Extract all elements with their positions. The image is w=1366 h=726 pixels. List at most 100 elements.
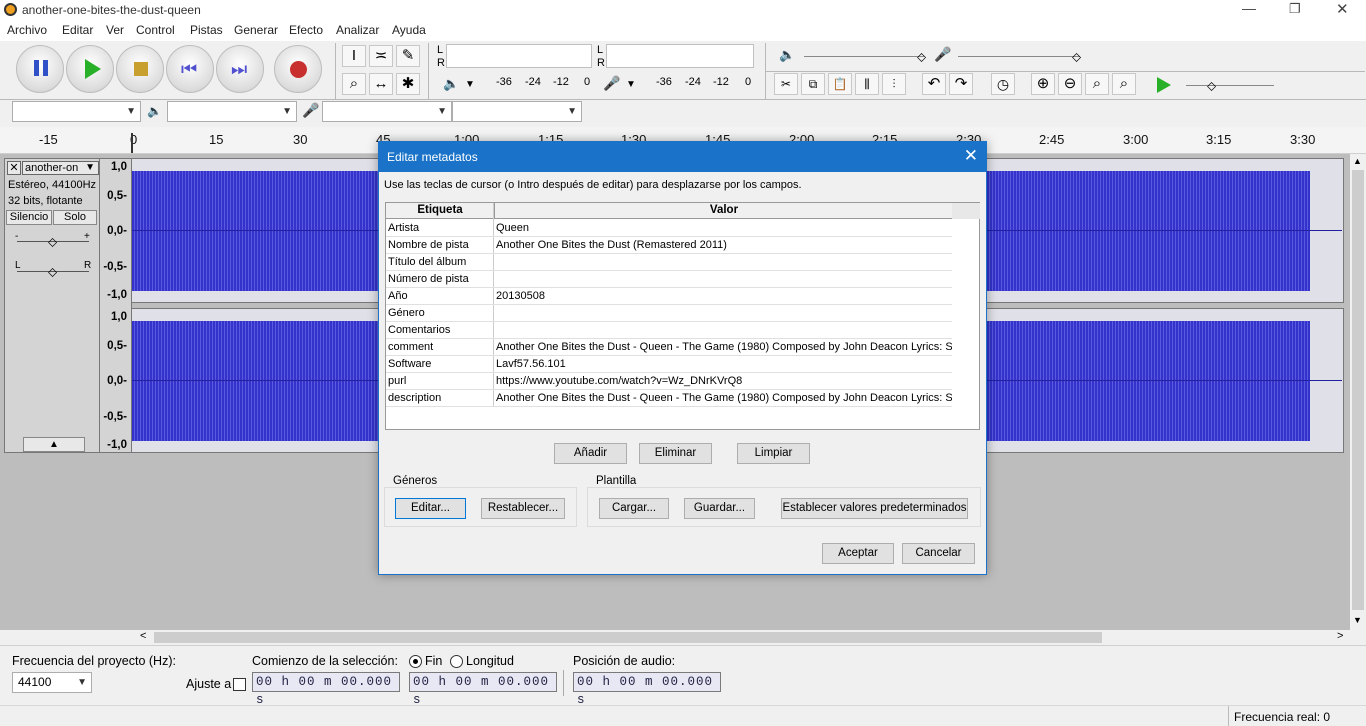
track-close-icon[interactable]: ✕ bbox=[7, 161, 21, 175]
chevron-down-icon[interactable]: ▼ bbox=[465, 79, 475, 90]
table-row[interactable]: description Another One Bites the Dust - … bbox=[386, 390, 952, 407]
draw-tool-icon[interactable]: ✎ bbox=[396, 45, 420, 67]
close-icon[interactable]: ✕ bbox=[1336, 0, 1349, 18]
selection-start-time[interactable]: 00 h 00 m 00.000 s bbox=[252, 672, 400, 707]
snap-checkbox[interactable] bbox=[233, 678, 246, 691]
slider-thumb[interactable]: ⬦ bbox=[1072, 49, 1081, 65]
play-speed-slider[interactable] bbox=[1186, 85, 1274, 86]
undo-icon[interactable]: ↶ bbox=[922, 73, 946, 95]
zoom-tool-icon[interactable]: ⌕ bbox=[342, 73, 366, 95]
menu-analizar[interactable]: Analizar bbox=[336, 23, 379, 37]
menu-efecto[interactable]: Efecto bbox=[289, 23, 323, 37]
table-row[interactable]: purl https://www.youtube.com/watch?v=Wz_D… bbox=[386, 373, 952, 390]
chevron-down-icon[interactable]: ▼ bbox=[1353, 615, 1362, 625]
trim-icon[interactable]: ⫼ bbox=[855, 73, 879, 95]
table-row[interactable]: Comentarios bbox=[386, 322, 952, 339]
minimize-icon[interactable]: — bbox=[1242, 0, 1256, 16]
play-at-speed-icon[interactable] bbox=[1157, 77, 1171, 93]
channels-select[interactable]: ▼ bbox=[452, 101, 582, 122]
mute-button[interactable]: Silencio bbox=[6, 210, 52, 225]
edit-genres-button[interactable]: Editar... bbox=[395, 498, 466, 519]
zoom-in-icon[interactable]: ⊕ bbox=[1031, 73, 1055, 95]
play-meter[interactable] bbox=[606, 44, 754, 68]
load-template-button[interactable]: Cargar... bbox=[599, 498, 669, 519]
table-row[interactable]: Género bbox=[386, 305, 952, 322]
cut-icon[interactable]: ✂ bbox=[774, 73, 798, 95]
metadata-grid[interactable]: Etiqueta Valor Artista Queen Nombre de pi… bbox=[385, 202, 980, 430]
slider-thumb[interactable]: ⬦ bbox=[48, 234, 57, 250]
chevron-right-icon[interactable]: > bbox=[1337, 630, 1343, 642]
record-button[interactable] bbox=[274, 45, 322, 93]
selection-end-time[interactable]: 00 h 00 m 00.000 s bbox=[409, 672, 557, 707]
silence-icon[interactable]: ⫶ bbox=[882, 73, 906, 95]
chevron-down-icon[interactable]: ▼ bbox=[626, 79, 636, 90]
solo-button[interactable]: Solo bbox=[53, 210, 97, 225]
multi-tool-icon[interactable]: ✱ bbox=[396, 73, 420, 95]
menu-control[interactable]: Control bbox=[136, 23, 175, 37]
pause-button[interactable] bbox=[16, 45, 64, 93]
skip-start-button[interactable]: ⏮ bbox=[166, 45, 214, 93]
sync-lock-icon[interactable]: ◷ bbox=[991, 73, 1015, 95]
end-radio[interactable] bbox=[409, 655, 422, 668]
clear-button[interactable]: Limpiar bbox=[737, 443, 810, 464]
reset-genres-button[interactable]: Restablecer... bbox=[481, 498, 565, 519]
vertical-scrollbar[interactable]: ▲ ▼ bbox=[1350, 154, 1366, 630]
chevron-up-icon[interactable]: ▲ bbox=[1353, 156, 1362, 166]
table-row[interactable]: Título del álbum bbox=[386, 254, 952, 271]
add-button[interactable]: Añadir bbox=[554, 443, 627, 464]
chevron-down-icon: ▼ bbox=[85, 162, 95, 173]
stop-button[interactable] bbox=[116, 45, 164, 93]
host-select[interactable]: ▼ bbox=[12, 101, 141, 122]
ok-button[interactable]: Aceptar bbox=[822, 543, 894, 564]
skip-end-button[interactable]: ⏭ bbox=[216, 45, 264, 93]
table-row[interactable]: Artista Queen bbox=[386, 220, 952, 237]
table-row[interactable]: comment Another One Bites the Dust - Quee… bbox=[386, 339, 952, 356]
maximize-icon[interactable]: ❐ bbox=[1289, 1, 1301, 17]
set-defaults-button[interactable]: Establecer valores predeterminados bbox=[781, 498, 968, 519]
chevron-left-icon[interactable]: < bbox=[140, 630, 146, 642]
track-name-menu[interactable]: another-on ▼ bbox=[22, 161, 99, 175]
table-row[interactable]: Número de pista bbox=[386, 271, 952, 288]
redo-icon[interactable]: ↷ bbox=[949, 73, 973, 95]
record-volume-slider[interactable] bbox=[958, 56, 1080, 57]
cancel-button[interactable]: Cancelar bbox=[902, 543, 975, 564]
menu-pistas[interactable]: Pistas bbox=[190, 23, 223, 37]
fit-selection-icon[interactable]: ⌕ bbox=[1085, 73, 1109, 95]
save-template-button[interactable]: Guardar... bbox=[684, 498, 755, 519]
end-label: Fin bbox=[425, 654, 443, 668]
playback-device-select[interactable]: ▼ bbox=[167, 101, 297, 122]
record-device-select[interactable]: ▼ bbox=[322, 101, 452, 122]
menu-archivo[interactable]: Archivo bbox=[7, 23, 47, 37]
menu-ver[interactable]: Ver bbox=[106, 23, 124, 37]
horizontal-scrollbar[interactable]: < > bbox=[140, 630, 1350, 645]
zoom-out-icon[interactable]: ⊖ bbox=[1058, 73, 1082, 95]
table-row[interactable]: Nombre de pista Another One Bites the Dus… bbox=[386, 237, 952, 254]
slider-thumb[interactable]: ⬦ bbox=[1207, 78, 1216, 94]
slider-thumb[interactable]: ⬦ bbox=[917, 49, 926, 65]
scroll-thumb[interactable] bbox=[154, 632, 1102, 643]
paste-icon[interactable]: 📋 bbox=[828, 73, 852, 95]
play-button[interactable] bbox=[66, 45, 114, 93]
table-row[interactable]: Software Lavf57.56.101 bbox=[386, 356, 952, 373]
rec-meter[interactable] bbox=[446, 44, 592, 68]
playhead-marker[interactable] bbox=[131, 133, 137, 153]
fit-project-icon[interactable]: ⌕ bbox=[1112, 73, 1136, 95]
scale-label: 0,0- bbox=[107, 225, 127, 237]
length-radio[interactable] bbox=[450, 655, 463, 668]
remove-button[interactable]: Eliminar bbox=[639, 443, 712, 464]
timeshift-tool-icon[interactable]: ↔ bbox=[369, 73, 393, 95]
scroll-thumb[interactable] bbox=[1352, 170, 1364, 610]
table-row[interactable]: Año 20130508 bbox=[386, 288, 952, 305]
selection-tool-icon[interactable]: I bbox=[342, 45, 366, 67]
menu-ayuda[interactable]: Ayuda bbox=[392, 23, 426, 37]
collapse-track-button[interactable]: ▲ bbox=[23, 437, 85, 452]
menu-generar[interactable]: Generar bbox=[234, 23, 278, 37]
menu-editar[interactable]: Editar bbox=[62, 23, 93, 37]
copy-icon[interactable]: ⧉ bbox=[801, 73, 825, 95]
project-rate-select[interactable]: 44100 ▼ bbox=[12, 672, 92, 693]
slider-thumb[interactable]: ⬦ bbox=[48, 264, 57, 280]
envelope-tool-icon[interactable]: ≍ bbox=[369, 45, 393, 67]
audio-position-time[interactable]: 00 h 00 m 00.000 s bbox=[573, 672, 721, 707]
playback-volume-slider[interactable] bbox=[804, 56, 924, 57]
close-icon[interactable]: ✕ bbox=[964, 146, 978, 166]
